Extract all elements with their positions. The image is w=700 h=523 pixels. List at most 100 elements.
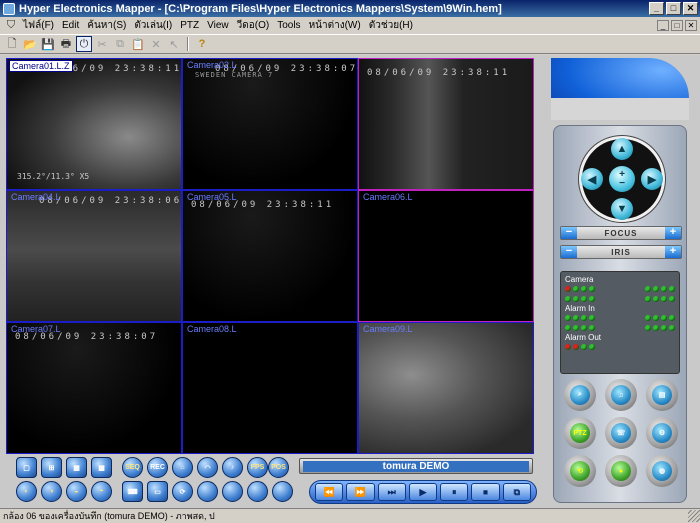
layout-a-button[interactable]: ◐ — [16, 481, 37, 502]
pause-button[interactable]: ⏸ — [440, 483, 469, 501]
main-area: 08/06/09 23:38:11 Camera01.L.Z 315.2°/11… — [0, 55, 700, 508]
app-menu-icon[interactable]: ⛉ — [3, 17, 19, 33]
status-led — [653, 296, 659, 302]
arrow-right-icon[interactable]: ▶ — [641, 168, 663, 190]
record-button[interactable]: ● — [605, 455, 637, 487]
menu-file[interactable]: ไฟล์(F) — [19, 18, 58, 33]
arrow-left-icon[interactable]: ◀ — [581, 168, 603, 190]
camera-view-4[interactable]: 08/06/09 23:38:06 Camera04.L — [6, 190, 182, 322]
camera-view-8[interactable]: Camera08.L — [182, 322, 358, 454]
menu-view[interactable]: View — [203, 20, 233, 31]
save-icon[interactable]: 💾 — [40, 36, 56, 52]
menu-help[interactable]: ตัวช่วย(H) — [365, 18, 417, 33]
menu-tools[interactable]: Tools — [273, 20, 304, 31]
microphone-icon[interactable]: ♪ — [222, 457, 243, 478]
camera-view-2[interactable]: 08/06/09 23:38:07 SWEDEN CAMERA 7 Camera… — [182, 58, 358, 190]
status-led — [581, 296, 587, 302]
fast-forward-button[interactable]: ⏩ — [346, 483, 375, 501]
status-bar: กล้อง 06 ของเครื่องบันทึก (tomura DEMO) … — [0, 508, 700, 523]
settings-button[interactable]: ⚙ — [646, 417, 678, 449]
keyboard-icon[interactable]: ⌨ — [122, 481, 143, 502]
zoom-out-icon[interactable]: − — [619, 179, 625, 189]
phone-button[interactable]: ☏ — [605, 417, 637, 449]
minimize-button[interactable]: _ — [649, 2, 664, 15]
blank-button-1[interactable] — [197, 481, 218, 502]
play-button[interactable]: ▶ — [408, 483, 438, 501]
network-icon[interactable]: ⌂ — [172, 457, 193, 478]
delete-icon[interactable]: ✕ — [148, 36, 164, 52]
copy-icon[interactable]: ⧉ — [112, 36, 128, 52]
rewind-button[interactable]: ⏪ — [315, 483, 344, 501]
layout-d-button[interactable]: ◓ — [91, 481, 112, 502]
bottom-control-panel: ▢ ⊞ ▦ ▩ ◐ ◑ ◒ ◓ SEQ REC ⌂ ◠ ♪ FPS POS ⌨ … — [6, 455, 537, 506]
iris-control: − IRIS + — [560, 245, 682, 259]
camera-view-6[interactable]: Camera06.L — [358, 190, 534, 322]
monitor-icon[interactable]: ▭ — [147, 481, 168, 502]
new-icon[interactable]: 🗋 — [4, 36, 20, 52]
mdi-close-button[interactable]: ✕ — [685, 19, 697, 31]
mdi-minimize-button[interactable]: _ — [657, 19, 669, 31]
arrow-up-icon[interactable]: ▲ — [611, 138, 633, 160]
alarm-button[interactable]: ♫ — [605, 379, 637, 411]
ptz-button[interactable]: PTZ — [564, 417, 596, 449]
zoom-center-button[interactable]: + − — [609, 166, 635, 192]
stop-button[interactable]: ⏹ — [471, 483, 500, 501]
print-button[interactable]: ▤ — [646, 379, 678, 411]
focus-plus-button[interactable]: + — [665, 227, 681, 239]
function-buttons: ⌕ ♫ ▤ PTZ ☏ ⚙ ⟲ ● ◍ — [564, 379, 678, 497]
arrow-down-icon[interactable]: ▼ — [611, 198, 633, 220]
status-led — [661, 296, 667, 302]
snapshot-button[interactable]: ⧉ — [502, 483, 531, 501]
sync-icon[interactable]: ⟳ — [172, 481, 193, 502]
headphones-icon[interactable]: ◠ — [197, 457, 218, 478]
camera-osd-timestamp: 08/06/09 23:38:11 — [367, 68, 511, 78]
iris-plus-button[interactable]: + — [665, 246, 681, 258]
camera-view-7[interactable]: 08/06/09 23:38:07 Camera07.L — [6, 322, 182, 454]
camera-led-row — [565, 294, 675, 304]
status-led — [645, 286, 651, 292]
status-led — [645, 325, 651, 331]
blank-button-4[interactable] — [272, 481, 293, 502]
close-button[interactable]: ✕ — [683, 2, 698, 15]
pointer-icon[interactable]: ↖ — [166, 36, 182, 52]
help-icon[interactable]: ? — [194, 36, 210, 52]
maximize-button[interactable]: □ — [666, 2, 681, 15]
mdi-restore-button[interactable]: □ — [671, 19, 683, 31]
layout-c-button[interactable]: ◒ — [66, 481, 87, 502]
sequence-button[interactable]: ⟲ — [564, 455, 596, 487]
layout-1-button[interactable]: ▢ — [16, 457, 37, 478]
camera-view-3[interactable]: 08/06/09 23:38:11 — [358, 58, 534, 190]
pos-button[interactable]: POS — [268, 457, 289, 478]
blank-button-2[interactable] — [222, 481, 243, 502]
menu-video[interactable]: วีดอ(O) — [233, 18, 274, 33]
resize-grip[interactable] — [688, 510, 700, 522]
menu-edit[interactable]: Edit — [58, 20, 83, 31]
open-icon[interactable]: 📂 — [22, 36, 38, 52]
layout-16-button[interactable]: ▩ — [91, 457, 112, 478]
menu-search[interactable]: ค้นหา(S) — [83, 18, 130, 33]
status-text: กล้อง 06 ของเครื่องบันทึก (tomura DEMO) … — [3, 511, 215, 521]
rec-button[interactable]: REC — [147, 457, 168, 478]
menu-ptz[interactable]: PTZ — [176, 20, 203, 31]
print-icon[interactable]: 🖶 — [58, 36, 74, 52]
paste-icon[interactable]: 📋 — [130, 36, 146, 52]
power-icon[interactable]: ⏻ — [76, 36, 92, 52]
cut-icon[interactable]: ✂ — [94, 36, 110, 52]
camera-view-1[interactable]: 08/06/09 23:38:11 Camera01.L.Z 315.2°/11… — [6, 58, 182, 190]
menu-window[interactable]: หน้าต่าง(W) — [305, 18, 365, 33]
seq-button[interactable]: SEQ — [122, 457, 143, 478]
layout-9-button[interactable]: ▦ — [66, 457, 87, 478]
fps-button[interactable]: FPS — [247, 457, 268, 478]
layout-4-button[interactable]: ⊞ — [41, 457, 62, 478]
status-led — [645, 315, 651, 321]
focus-minus-button[interactable]: − — [561, 227, 577, 239]
camera-view-5[interactable]: 08/06/09 23:38:11 Camera05.L — [182, 190, 358, 322]
camera-view-9[interactable]: Camera09.L — [358, 322, 534, 454]
menu-player[interactable]: ตัวเล่น(I) — [130, 18, 176, 33]
layout-b-button[interactable]: ◑ — [41, 481, 62, 502]
blank-button-3[interactable] — [247, 481, 268, 502]
iris-minus-button[interactable]: − — [561, 246, 577, 258]
step-forward-button[interactable]: ⏭ — [377, 483, 406, 501]
web-button[interactable]: ◍ — [646, 455, 678, 487]
search-button[interactable]: ⌕ — [564, 379, 596, 411]
